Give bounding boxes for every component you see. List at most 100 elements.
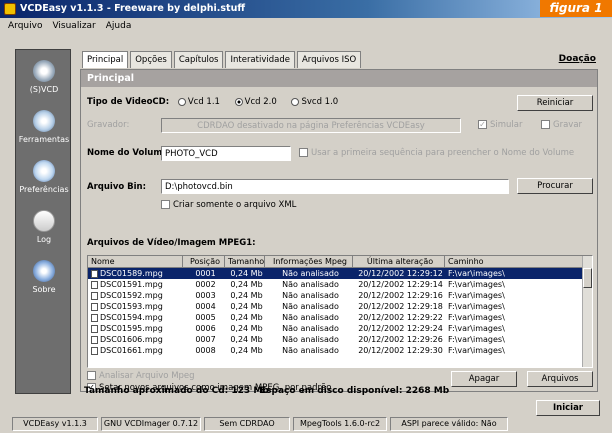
sidebar-label: (S)VCD: [29, 85, 59, 94]
files-table: Nome Posição Tamanho Informações Mpeg Úl…: [87, 255, 593, 368]
tab-interatividade[interactable]: Interatividade: [225, 51, 295, 68]
file-name: DSC01589.mpg: [100, 269, 163, 278]
table-cell: 0003: [195, 291, 216, 300]
radio-svcd10[interactable]: [291, 97, 300, 106]
sidebar-label: Preferências: [19, 185, 69, 194]
delete-button[interactable]: Apagar: [451, 371, 517, 387]
volume-label: Nome do Volume:: [87, 148, 172, 158]
sidebar-item-about[interactable]: Sobre: [16, 254, 72, 314]
record-checkbox[interactable]: [541, 120, 550, 129]
col-info[interactable]: Informações Mpeg: [265, 256, 353, 268]
table-cell: 0,24 Mb: [230, 269, 263, 278]
tab-opcoes[interactable]: Opções: [130, 51, 172, 68]
record-option[interactable]: Gravar: [541, 120, 582, 130]
table-cell: DSC01606.mpg: [88, 334, 183, 345]
table-row[interactable]: DSC01595.mpg 0006 0,24 Mb Não analisado 20/1…: [88, 323, 592, 334]
file-icon: [91, 313, 98, 322]
xml-only-checkbox[interactable]: [161, 200, 170, 209]
table-row[interactable]: DSC01592.mpg 0003 0,24 Mb Não analisado 20/1…: [88, 290, 592, 301]
figure-label: figura 1: [540, 0, 612, 17]
radio-vcd20-label: Vcd 2.0: [244, 97, 277, 107]
table-cell: 0004: [195, 302, 216, 311]
disk-space-label: Espaço em disco disponível: 2268 Mb: [260, 386, 450, 396]
scroll-thumb[interactable]: [583, 268, 592, 288]
tab-capitulos[interactable]: Capítulos: [173, 51, 224, 68]
table-row[interactable]: DSC01593.mpg 0004 0,24 Mb Não analisado 20/1…: [88, 301, 592, 312]
status-bar: VCDEasy v1.1.3 GNU VCDImager 0.7.12 Sem …: [0, 417, 612, 433]
menu-arquivo[interactable]: Arquivo: [8, 21, 42, 32]
simulate-checkbox[interactable]: [478, 120, 487, 129]
window-title: VCDEasy v1.1.3 - Freeware by delphi.stuf…: [20, 3, 246, 14]
status-aspi: ASPI parece válido: Não: [390, 417, 508, 431]
xml-only-option[interactable]: Criar somente o arquivo XML: [161, 200, 296, 210]
tab-arquivos-iso[interactable]: Arquivos ISO: [296, 51, 362, 68]
volume-hint-checkbox[interactable]: [299, 148, 308, 157]
col-caminho[interactable]: Caminho: [445, 256, 583, 268]
table-cell: Não analisado: [282, 269, 339, 278]
analyze-option[interactable]: Analisar Arquivo Mpeg: [87, 371, 195, 381]
reset-button[interactable]: Reiniciar: [517, 95, 593, 111]
sidebar-label: Log: [36, 235, 52, 244]
bin-input[interactable]: D:\photovcd.bin: [161, 179, 509, 194]
volume-hint-option[interactable]: Usar a primeira sequência para preencher…: [299, 148, 574, 158]
radio-vcd20[interactable]: [234, 97, 243, 106]
table-cell: DSC01592.mpg: [88, 290, 183, 301]
col-alteracao[interactable]: Última alteração: [353, 256, 445, 268]
status-cdrdao: Sem CDRDAO: [204, 417, 290, 431]
donate-link[interactable]: Doação: [559, 54, 596, 64]
status-vcdimager: GNU VCDImager 0.7.12: [101, 417, 201, 431]
title-bar: VCDEasy v1.1.3 - Freeware by delphi.stuf…: [0, 0, 612, 18]
table-cell: 0,24 Mb: [230, 335, 263, 344]
burner-select[interactable]: CDRDAO desativado na página Preferências…: [161, 118, 461, 133]
col-tamanho[interactable]: Tamanho: [225, 256, 265, 268]
table-row[interactable]: DSC01591.mpg 0002 0,24 Mb Não analisado 20/1…: [88, 279, 592, 290]
col-nome[interactable]: Nome: [88, 256, 183, 268]
menu-visualizar[interactable]: Visualizar: [52, 21, 95, 32]
radio-vcd11[interactable]: [177, 97, 186, 106]
table-row[interactable]: DSC01589.mpg 0001 0,24 Mb Não analisado 20/1…: [88, 268, 592, 279]
panel-title: Principal: [81, 70, 597, 87]
table-cell: 0,24 Mb: [230, 346, 263, 355]
table-cell: 0002: [195, 280, 216, 289]
file-name: DSC01661.mpg: [100, 346, 163, 355]
table-scrollbar[interactable]: [582, 256, 592, 367]
record-label: Gravar: [553, 120, 583, 130]
menu-ajuda[interactable]: Ajuda: [106, 21, 132, 32]
file-icon: [91, 335, 98, 344]
sidebar: (S)VCD Ferramentas Preferências Log Sobr…: [15, 49, 71, 394]
radio-svcd10-label: Svcd 1.0: [301, 97, 339, 107]
table-cell: 20/12/2002 12:29:18: [358, 302, 443, 311]
analyze-checkbox[interactable]: [87, 371, 96, 380]
volume-hint-label: Usar a primeira sequência para preencher…: [311, 148, 575, 158]
file-icon: [91, 302, 98, 311]
table-cell: Não analisado: [282, 280, 339, 289]
files-label: Arquivos de Vídeo/Imagem MPEG1:: [87, 238, 256, 248]
start-button[interactable]: Iniciar: [536, 400, 600, 416]
table-row[interactable]: DSC01661.mpg 0008 0,24 Mb Não analisado 20/1…: [88, 345, 592, 356]
tab-bar: Principal Opções Capítulos Interatividad…: [82, 51, 362, 68]
table-cell: Não analisado: [282, 346, 339, 355]
table-row[interactable]: DSC01594.mpg 0005 0,24 Mb Não analisado 20/1…: [88, 312, 592, 323]
cd-size-label: Tamanho aproximado do Cd: 123 Mb: [84, 386, 269, 396]
table-header: Nome Posição Tamanho Informações Mpeg Úl…: [88, 256, 592, 268]
file-icon: [91, 324, 98, 333]
files-button[interactable]: Arquivos: [527, 371, 593, 387]
volume-input[interactable]: PHOTO_VCD: [161, 146, 291, 161]
file-icon: [91, 269, 98, 278]
col-posicao[interactable]: Posição: [183, 256, 225, 268]
sidebar-label: Sobre: [32, 285, 56, 294]
simulate-option[interactable]: Simular: [478, 120, 523, 130]
table-cell: Não analisado: [282, 324, 339, 333]
table-cell: F:\var\images\: [448, 324, 505, 333]
table-cell: F:\var\images\: [448, 269, 505, 278]
tab-principal[interactable]: Principal: [82, 51, 129, 68]
vcd-type-row: Tipo de VideoCD: Vcd 1.1 Vcd 2.0 Svcd 1.…: [87, 97, 338, 107]
table-cell: DSC01589.mpg: [88, 268, 183, 279]
main-area: Principal Opções Capítulos Interatividad…: [78, 49, 600, 394]
table-cell: F:\var\images\: [448, 291, 505, 300]
principal-panel: Principal Tipo de VideoCD: Vcd 1.1 Vcd 2…: [80, 69, 598, 393]
burner-label: Gravador:: [87, 120, 130, 130]
file-icon: [91, 346, 98, 355]
browse-button[interactable]: Procurar: [517, 178, 593, 194]
table-row[interactable]: DSC01606.mpg 0007 0,24 Mb Não analisado 20/1…: [88, 334, 592, 345]
